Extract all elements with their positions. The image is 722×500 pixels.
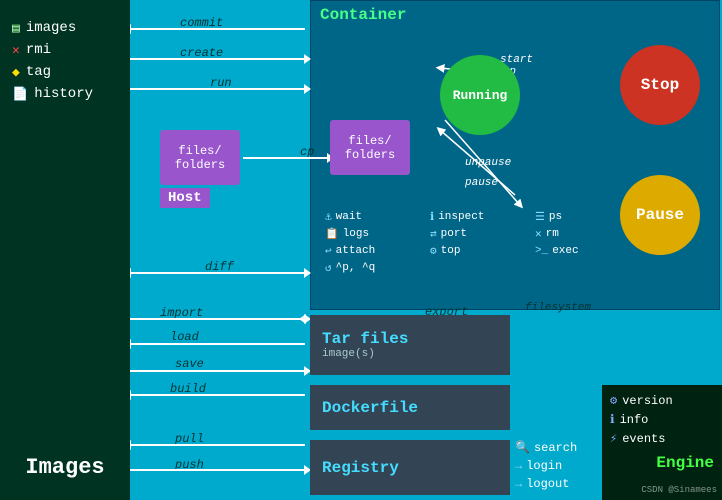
cmd-top: ⚙ top <box>430 244 530 258</box>
container-commands: ⚓ wait ℹ inspect ☰ ps 📋 logs ⇄ port ✕ rm… <box>325 210 635 275</box>
import-arrow <box>130 318 305 320</box>
diff-arrow <box>130 272 305 274</box>
host-label: Host <box>160 188 210 208</box>
sidebar-item-rmi-label: rmi <box>26 42 51 58</box>
container-title: Container <box>320 6 406 24</box>
save-label: save <box>175 357 204 371</box>
cp-arrow <box>243 157 328 159</box>
registry-box: Registry <box>310 440 510 495</box>
doc-icon: 📄 <box>12 87 28 102</box>
pause-circle: Pause <box>620 175 700 255</box>
stop-circle: Stop <box>620 45 700 125</box>
main-area: Container Running Stop Pause start kill,… <box>130 0 722 500</box>
x-icon: ✕ <box>12 43 20 58</box>
registry-label: Registry <box>322 459 399 477</box>
sidebar: ▤ images ✕ rmi ◆ tag 📄 history Images <box>0 0 130 500</box>
cmd-rm: ✕ rm <box>535 227 635 241</box>
sidebar-item-history[interactable]: 📄 history <box>12 86 118 102</box>
build-arrow <box>130 394 305 396</box>
cmd-port: ⇄ port <box>430 227 530 241</box>
sidebar-item-images-label: images <box>26 20 76 36</box>
search-icon: 🔍 <box>515 440 530 455</box>
cmd-logs: 📋 logs <box>325 227 425 241</box>
cmd-attach: ↩ attach <box>325 244 425 258</box>
tar-files-sub: image(s) <box>322 348 375 360</box>
registry-search: 🔍 search <box>515 440 577 455</box>
engine-title: Engine <box>610 454 714 472</box>
dockerfile-label: Dockerfile <box>322 399 418 417</box>
cmd-wait: ⚓ wait <box>325 210 425 224</box>
engine-panel: ⚙ version ℹ info ⚡ events Engine <box>602 385 722 500</box>
sidebar-item-history-label: history <box>34 86 93 102</box>
load-arrow <box>130 343 305 345</box>
sidebar-item-images[interactable]: ▤ images <box>12 20 118 36</box>
engine-info: ℹ info <box>610 412 714 427</box>
logout-icon: → <box>515 477 522 491</box>
dockerfile-box: Dockerfile <box>310 385 510 430</box>
engine-version: ⚙ version <box>610 393 714 408</box>
run-arrow <box>130 88 305 90</box>
engine-events: ⚡ events <box>610 431 714 446</box>
tar-files-label: Tar files <box>322 330 408 348</box>
tar-files-box: Tar files image(s) <box>310 315 510 375</box>
images-label: Images <box>12 435 118 480</box>
grid-icon: ▤ <box>12 21 20 36</box>
create-arrow <box>130 58 305 60</box>
registry-logout: → logout <box>515 477 577 491</box>
sidebar-item-rmi[interactable]: ✕ rmi <box>12 42 118 58</box>
push-arrow <box>130 469 305 471</box>
cmd-ctrlpq: ↺ ^p, ^q <box>325 261 425 275</box>
gear-icon: ⚙ <box>610 393 617 408</box>
registry-commands: 🔍 search → login → logout <box>515 440 577 491</box>
cmd-exec: >_ exec <box>535 244 635 258</box>
watermark: CSDN @Sinamees <box>641 485 717 495</box>
tag-icon: ◆ <box>12 65 20 80</box>
sidebar-item-tag-label: tag <box>26 64 51 80</box>
host-files-box: files/folders <box>160 130 240 185</box>
load-label: load <box>170 330 199 344</box>
cmd-inspect: ℹ inspect <box>430 210 530 224</box>
filesystem-label: filesystem <box>525 302 591 314</box>
login-icon: → <box>515 459 522 473</box>
info-icon: ℹ <box>610 412 615 427</box>
running-circle: Running <box>440 55 520 135</box>
events-icon: ⚡ <box>610 431 617 446</box>
pull-arrow <box>130 444 305 446</box>
container-files-box: files/folders <box>330 120 410 175</box>
commit-arrow <box>130 28 305 30</box>
registry-login: → login <box>515 459 577 473</box>
save-arrow <box>130 370 305 372</box>
sidebar-item-tag[interactable]: ◆ tag <box>12 64 118 80</box>
